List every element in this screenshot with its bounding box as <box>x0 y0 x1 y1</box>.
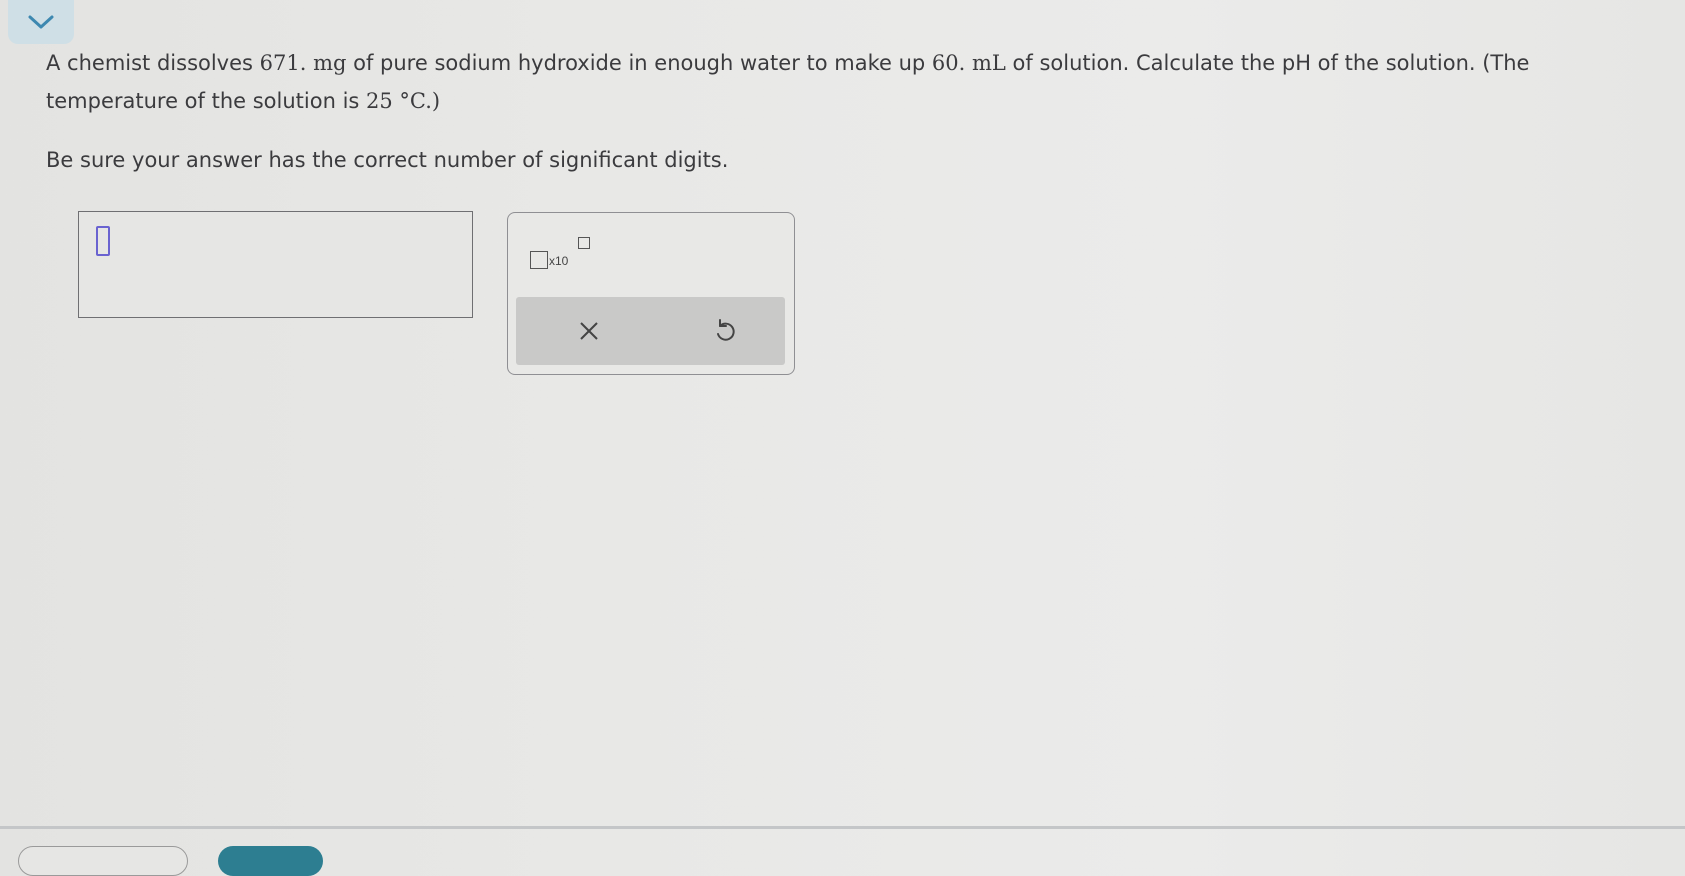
undo-icon <box>717 319 735 341</box>
question-text-part: temperature of the solution is <box>46 89 367 113</box>
footer-divider <box>0 826 1685 829</box>
answer-input[interactable] <box>78 211 473 318</box>
volume-value: 60. <box>931 51 966 75</box>
clear-button[interactable] <box>569 311 609 351</box>
mass-value: 671. <box>259 51 307 75</box>
footer-button-primary[interactable] <box>218 846 323 876</box>
exponent-placeholder-icon <box>578 237 590 249</box>
footer-button-secondary[interactable] <box>18 846 188 876</box>
question-text-part: of pure sodium hydroxide in enough water… <box>346 51 932 75</box>
palette-action-bar <box>516 297 785 365</box>
input-cursor-box <box>96 226 110 256</box>
math-palette: x10 <box>507 212 795 375</box>
scientific-notation-button[interactable]: x10 <box>530 237 594 273</box>
mass-unit: mg <box>306 51 347 75</box>
chevron-down-icon <box>28 15 54 29</box>
x10-label: x10 <box>549 254 569 268</box>
question-text-part: of solution. Calculate the pH of the sol… <box>1005 51 1530 75</box>
temperature-value: 25 °C <box>366 89 426 113</box>
instruction-text: Be sure your answer has the correct numb… <box>46 148 729 172</box>
base-placeholder-icon <box>530 251 548 269</box>
undo-button[interactable] <box>705 311 745 351</box>
collapse-toggle-button[interactable] <box>8 0 74 44</box>
close-icon <box>580 322 598 340</box>
question-text-part: .) <box>425 89 441 113</box>
question-text-part: A chemist dissolves <box>46 51 260 75</box>
volume-unit: mL <box>965 51 1006 75</box>
question-text: A chemist dissolves 671. mg of pure sodi… <box>46 44 1646 120</box>
